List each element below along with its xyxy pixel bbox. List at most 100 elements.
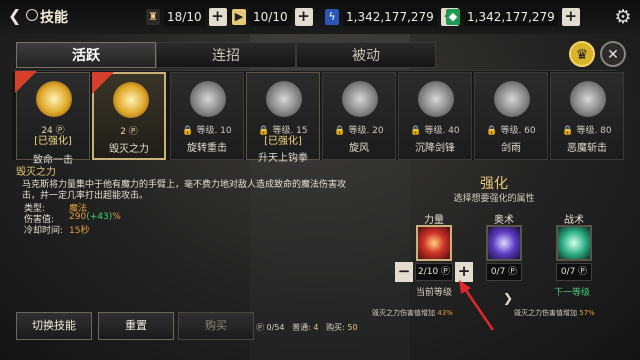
cooldown-label: 冷却时间:: [24, 226, 64, 236]
resource-value: 1,342,177,279: [343, 8, 437, 26]
resource-energy: ϟ 1,342,177,279 +: [325, 7, 459, 27]
skill-tabs: 活跃 连招 被动: [16, 42, 436, 68]
resource-value: 18/10: [164, 8, 205, 26]
chevron-right-icon: ❯: [503, 291, 514, 305]
skill-status: [已强化]: [264, 136, 302, 147]
skill-name: 剑雨: [501, 143, 521, 154]
new-ribbon-icon: [92, 72, 114, 94]
attr-label-power: 力量: [424, 215, 444, 226]
skill-lock-level: 🔒 等级. 10: [182, 126, 232, 136]
destruction-force-icon: [113, 82, 149, 118]
whirlwind-icon: [342, 81, 378, 117]
skill-name: 升天上钩拳: [258, 153, 308, 164]
skill-lock-level: 🔒 等级. 15: [258, 126, 308, 136]
red-pointer-arrow-icon: [459, 280, 495, 331]
fatal-strike-icon: [36, 81, 72, 117]
points-summary: Ⓟ 0/54 普通: 4 购买: 50: [256, 322, 358, 333]
buy-button[interactable]: 购买: [178, 312, 254, 340]
add-ticket-button[interactable]: +: [294, 8, 313, 26]
skill-lock-level: 🔒 等级. 20: [334, 126, 384, 136]
resource-gem: ◆ 1,342,177,279 +: [446, 7, 580, 27]
skill-name: 沉降剑锋: [415, 143, 455, 154]
resource-value: 10/10: [250, 8, 291, 26]
description-body: 马克斯将力量集中于他有魔力的手臂上，毫不费力地对敌人造成致命的魔法伤害攻击，并一…: [22, 180, 347, 201]
next-effect-text: 毁灭之力伤害值增加: [514, 309, 577, 317]
buy-label: 购买:: [326, 323, 345, 332]
switch-skill-button[interactable]: 切换技能: [16, 312, 92, 340]
current-effect: 毁灭之力伤害值增加 43%: [372, 308, 453, 318]
skill-name: 旋风: [349, 143, 369, 154]
rising-uppercut-icon: [266, 81, 302, 117]
skill-card-spin-smash[interactable]: 🔒 等级. 10 旋转重击: [170, 72, 244, 160]
new-ribbon-icon: [15, 71, 37, 93]
skill-cost: 2 Ⓟ: [120, 127, 138, 137]
damage-value-wrap: 290(+43)%: [69, 212, 121, 222]
skill-card-destruction-force[interactable]: 2 Ⓟ 毁灭之力: [92, 72, 166, 160]
skill-lock-level: 🔒 等级. 60: [486, 126, 536, 136]
sword-rain-icon: [494, 81, 530, 117]
skill-card-rising-uppercut[interactable]: 🔒 等级. 15 [已强化] 升天上钩拳: [246, 72, 320, 164]
crossed-swords-icon[interactable]: ✕: [600, 41, 626, 67]
next-level-label: 下一等级: [554, 288, 591, 298]
skill-description: 毁灭之力 马克斯将力量集中于他有魔力的手臂上，毫不费力地对敌人造成致命的魔法伤害…: [16, 163, 356, 303]
arcane-swirl-icon[interactable]: [486, 225, 522, 261]
skill-card-fatal-strike[interactable]: 24 Ⓟ [已强化] 致命一击: [15, 71, 90, 166]
skill-lock-level: 🔒 等级. 40: [410, 126, 460, 136]
normal-value: 4: [313, 323, 319, 332]
skill-lock-level: 🔒 等级. 80: [562, 126, 612, 136]
gear-icon[interactable]: ⚙: [612, 6, 634, 28]
skill-name: 毁灭之力: [109, 144, 149, 155]
helmet-icon[interactable]: ♛: [569, 41, 595, 67]
add-potion-button[interactable]: +: [208, 8, 227, 26]
damage-bonus: (+43): [86, 212, 113, 222]
attr-label-tactic: 战术: [564, 215, 584, 226]
resource-potion: ♜ 18/10 +: [146, 7, 227, 27]
back-arrow-icon[interactable]: ❮: [8, 7, 24, 25]
power-level: 2/10 Ⓟ: [415, 263, 453, 281]
normal-label: 普通:: [292, 323, 311, 332]
decrease-power-button[interactable]: −: [395, 262, 413, 282]
skill-card-whirlwind[interactable]: 🔒 等级. 20 旋风: [322, 72, 396, 160]
skill-icon: [26, 9, 38, 21]
current-effect-pct: 43%: [437, 309, 453, 317]
lightning-icon: ϟ: [325, 9, 339, 25]
tab-combo[interactable]: 连招: [156, 42, 296, 68]
points-value: Ⓟ 0/54: [256, 323, 285, 332]
enhance-subtitle: 选择想要强化的属性: [453, 194, 535, 204]
ticket-icon: ▶: [232, 9, 246, 25]
buy-value: 50: [347, 323, 358, 332]
attr-label-arcane: 奥术: [494, 215, 514, 226]
skill-name: 旋转重击: [187, 143, 227, 154]
add-gem-button[interactable]: +: [561, 8, 580, 26]
resource-value: 1,342,177,279: [464, 8, 558, 26]
skill-cost: 24 Ⓟ: [41, 126, 65, 136]
spin-smash-icon: [190, 81, 226, 117]
skill-card-sinking-blade[interactable]: 🔒 等级. 40 沉降剑锋: [398, 72, 472, 160]
skill-status: [已强化]: [34, 136, 72, 147]
resource-ticket: ▶ 10/10 +: [232, 7, 313, 27]
gem-icon: ◆: [446, 9, 460, 25]
enhance-title: 强化: [480, 176, 508, 192]
potion-icon: ♜: [146, 9, 160, 25]
reset-button[interactable]: 重置: [98, 312, 174, 340]
skill-card-demon-slash[interactable]: 🔒 等级. 80 恶魔斩击: [550, 72, 624, 160]
cooldown-value: 15秒: [69, 226, 90, 236]
power-flame-icon[interactable]: [416, 225, 452, 261]
next-effect: 毁灭之力伤害值增加 57%: [514, 308, 595, 318]
tactic-spiral-icon[interactable]: [556, 225, 592, 261]
description-title: 毁灭之力: [16, 167, 56, 178]
tab-active[interactable]: 活跃: [16, 42, 156, 68]
tactic-level: 0/7 Ⓟ: [556, 263, 592, 281]
current-level-label: 当前等级: [416, 288, 453, 298]
page-title: 技能: [40, 10, 68, 26]
cooldown-stat: 冷却时间: 15秒: [24, 223, 89, 236]
damage-unit: %: [112, 212, 121, 222]
damage-value: 290: [69, 212, 87, 222]
skill-card-sword-rain[interactable]: 🔒 等级. 60 剑雨: [474, 72, 548, 160]
sinking-blade-icon: [418, 81, 454, 117]
tab-passive[interactable]: 被动: [296, 42, 436, 68]
demon-slash-icon: [570, 81, 606, 117]
skill-name: 恶魔斩击: [567, 143, 607, 154]
next-effect-pct: 57%: [579, 309, 595, 317]
current-effect-text: 毁灭之力伤害值增加: [372, 309, 435, 317]
